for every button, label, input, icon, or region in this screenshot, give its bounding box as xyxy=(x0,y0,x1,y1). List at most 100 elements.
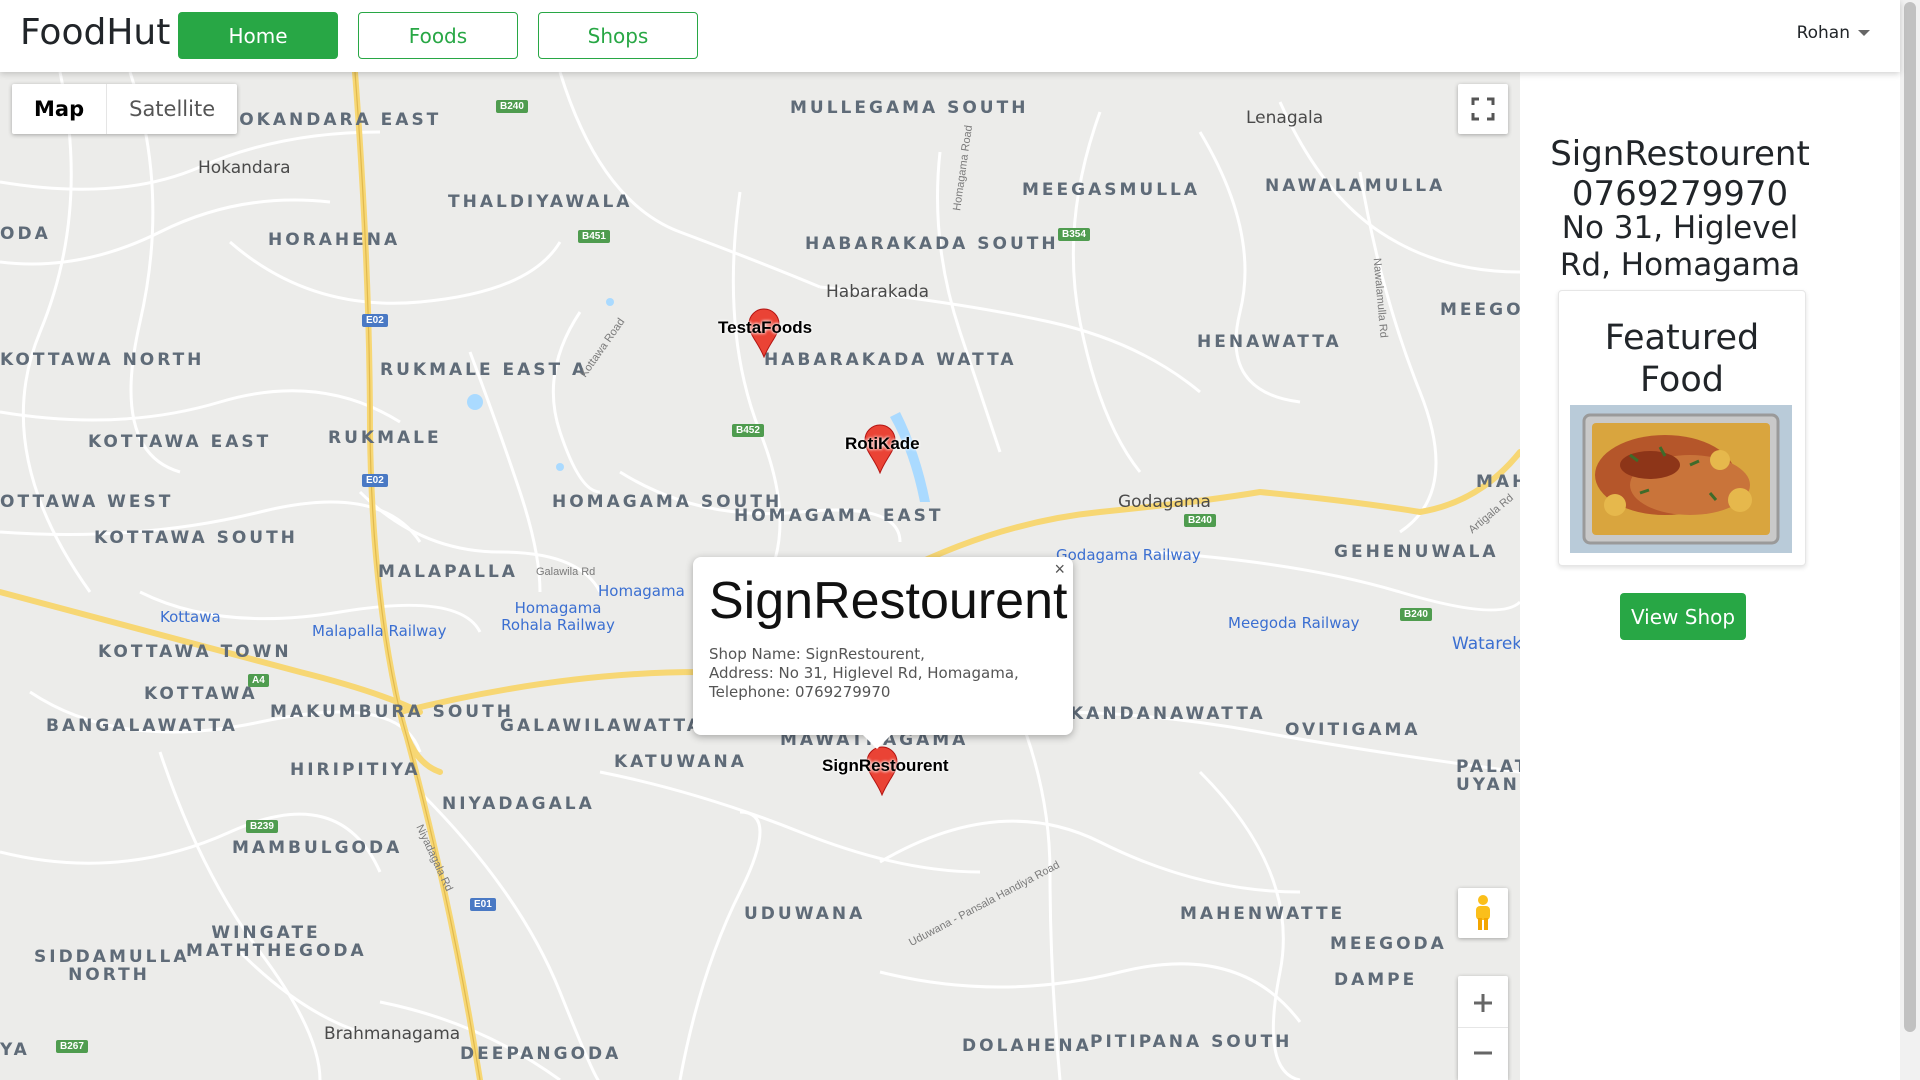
place-label: Hokandara xyxy=(198,158,291,178)
nav-shops-button[interactable]: Shops xyxy=(538,12,698,59)
shop-details-sidebar: SignRestourent 0769279970 No 31, Higleve… xyxy=(1520,72,1840,1080)
scrollbar-thumb[interactable] xyxy=(1904,2,1916,1032)
place-label: Kottawa Town xyxy=(98,642,292,662)
road-shield: E02 xyxy=(362,474,388,487)
zoom-out-button[interactable] xyxy=(1458,1028,1508,1078)
place-label: Godagama xyxy=(1118,492,1211,512)
place-label: Homagama East xyxy=(734,506,944,526)
place-label: Pitipana South xyxy=(1090,1032,1293,1052)
place-label: Lenagala xyxy=(1246,108,1324,128)
brand-logo[interactable]: FoodHut xyxy=(20,12,170,53)
marker-label: SignRestourent xyxy=(822,756,949,775)
shop-telephone: 0769279970 xyxy=(1571,174,1789,214)
place-label: Kottawa South xyxy=(94,528,298,548)
top-navbar: FoodHut Home Foods Shops Rohan xyxy=(0,0,1900,72)
place-label: Makumbura South xyxy=(270,702,514,722)
road-shield: B240 xyxy=(1400,608,1432,621)
place-label: Kottawa East xyxy=(88,432,272,452)
transit-label: Malapalla Railway xyxy=(312,622,447,640)
featured-food-image xyxy=(1570,405,1792,553)
marker-label: TestaFoods xyxy=(718,318,813,337)
chevron-down-icon xyxy=(1858,30,1870,36)
place-label: Katuwana xyxy=(614,752,747,772)
road-shield: B240 xyxy=(496,100,528,113)
transit-label: Meegoda Railway xyxy=(1228,614,1360,632)
road-shield: B239 xyxy=(246,820,278,833)
google-map[interactable]: Hokandara East Mullegama South Thaldiyaw… xyxy=(0,72,1520,1080)
zoom-control xyxy=(1458,976,1508,1080)
transit-label: Homagama Rohala Railway xyxy=(501,599,615,634)
place-label: Kottawa xyxy=(144,684,258,704)
place-label: Nawalamulla xyxy=(1265,176,1446,196)
place-label: Siddamulla North xyxy=(34,947,190,985)
nav-home-button[interactable]: Home xyxy=(178,12,338,59)
place-label: Rukmale xyxy=(328,428,442,448)
road-shield: E02 xyxy=(362,314,388,327)
road-shield: B240 xyxy=(1184,514,1216,527)
info-window-title: SignRestourent xyxy=(709,572,1068,630)
info-address: Address: No 31, Higlevel Rd, Homagama, xyxy=(709,664,1019,682)
place-label: Mah xyxy=(1476,472,1520,492)
fullscreen-button[interactable] xyxy=(1458,84,1508,134)
place-label: Henawatta xyxy=(1197,332,1342,352)
place-label: Mullegama South xyxy=(790,98,1029,118)
place-label: Meegoda xyxy=(1330,934,1447,954)
map-type-control: Map Satellite xyxy=(12,84,238,134)
place-label: Meegoda North xyxy=(1440,300,1520,320)
place-label: Wingate Maththegoda xyxy=(186,923,367,961)
place-label: Ovitigama xyxy=(1285,720,1421,740)
featured-food-title: Featured Food xyxy=(1604,318,1760,400)
place-label: Ya xyxy=(0,1040,30,1060)
place-label: Deepangoda xyxy=(460,1044,622,1064)
place-label: Malapalla xyxy=(378,562,518,582)
transit-label: Kottawa xyxy=(160,608,221,626)
transit-label: Godagama Railway xyxy=(1056,546,1201,564)
road-shield: B354 xyxy=(1058,228,1090,241)
view-shop-button[interactable]: View Shop xyxy=(1620,593,1746,640)
street-view-button[interactable] xyxy=(1458,888,1508,938)
fullscreen-icon xyxy=(1471,97,1495,121)
place-label: Kandanawatta xyxy=(1070,704,1266,724)
map-info-window: × SignRestourent Shop Name: SignRestoure… xyxy=(693,557,1073,749)
place-label: Hokandara East xyxy=(222,110,442,130)
place-label: Rukmale East A xyxy=(380,360,589,380)
place-label: Ottawa West xyxy=(0,492,174,512)
transit-label: Homagama xyxy=(598,582,685,600)
zoom-in-button[interactable] xyxy=(1458,978,1508,1028)
place-label: Oda xyxy=(0,224,51,244)
place-label: Habarakada Watta xyxy=(764,350,1017,370)
map-type-satellite-button[interactable]: Satellite xyxy=(107,84,237,134)
place-label: Gehenuwala xyxy=(1334,542,1499,562)
place-label: Kottawa North xyxy=(0,350,205,370)
place-label: Galawilawatta xyxy=(500,716,703,736)
place-label: Meegasmulla xyxy=(1022,180,1201,200)
page-scrollbar[interactable] xyxy=(1900,0,1920,1080)
road-shield: B452 xyxy=(732,424,764,437)
user-name: Rohan xyxy=(1796,23,1850,43)
map-type-map-button[interactable]: Map xyxy=(12,84,108,134)
shop-name: SignRestourent xyxy=(1550,134,1810,174)
place-label: Watareka xyxy=(1452,634,1520,654)
nav-foods-button[interactable]: Foods xyxy=(358,12,518,59)
place-label: Hiripitiya xyxy=(290,760,421,780)
place-label: Mahenwatte xyxy=(1180,904,1346,924)
road-shield: E01 xyxy=(470,898,496,911)
pegman-icon xyxy=(1476,895,1490,930)
road-shield: B451 xyxy=(578,230,610,243)
place-label: Thaldiyawala xyxy=(448,192,633,212)
user-menu-dropdown[interactable]: Rohan xyxy=(1797,23,1870,43)
close-icon[interactable]: × xyxy=(1054,559,1065,580)
place-label: Uduwana xyxy=(744,904,866,924)
place-label: Dolahena xyxy=(962,1036,1092,1056)
place-label: Mambulgoda xyxy=(232,838,403,858)
featured-food-card: Featured Food xyxy=(1558,290,1806,566)
place-label: Brahmanagama xyxy=(324,1024,461,1044)
zoom-in-icon xyxy=(1474,993,1492,1012)
info-shop-name: Shop Name: SignRestourent, xyxy=(709,645,925,663)
place-label: Horahena xyxy=(268,230,401,250)
road-shield: B267 xyxy=(56,1040,88,1053)
place-label: Habarakada xyxy=(826,282,929,302)
info-telephone: Telephone: 0769279970 xyxy=(709,683,891,701)
place-label: Bangalawatta xyxy=(46,716,238,736)
place-label: Niyadagala xyxy=(442,794,595,814)
